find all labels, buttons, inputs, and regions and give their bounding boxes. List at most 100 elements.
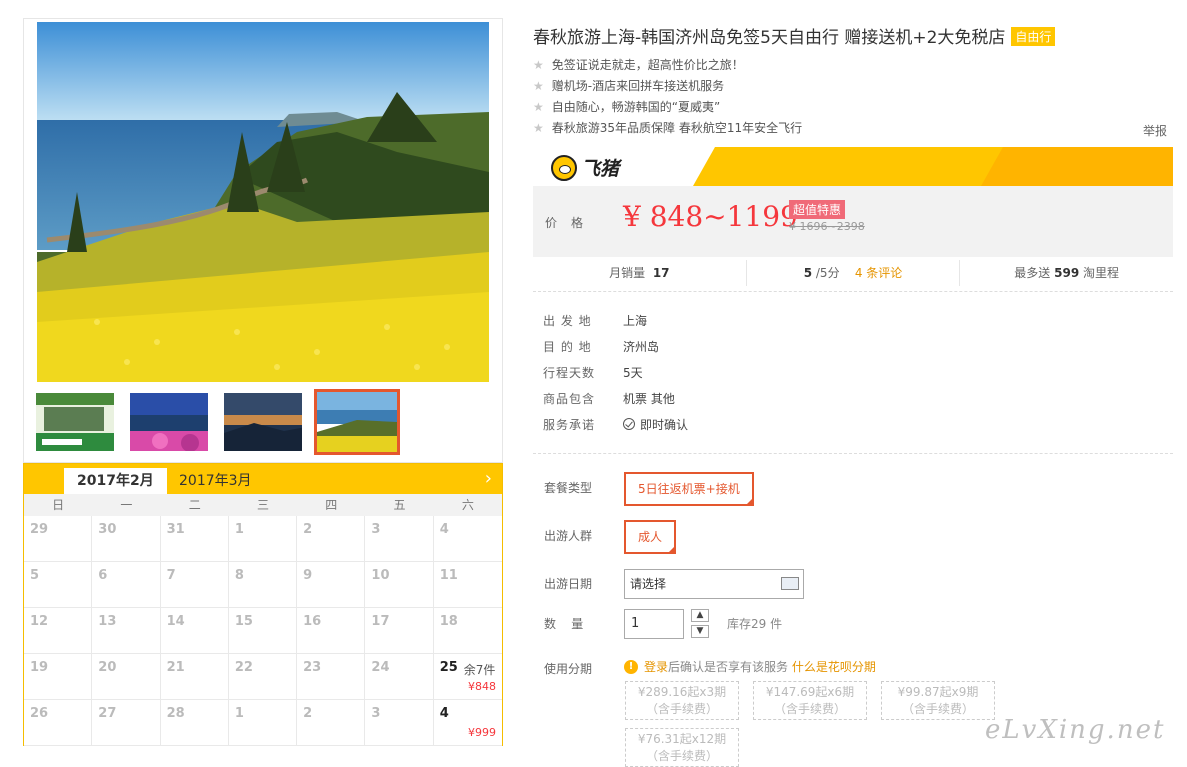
info-row: 服务承诺 即时确认 — [543, 412, 688, 438]
weekday-label: 四 — [325, 498, 338, 512]
calendar-grid: 29 30 31 1 2 3 4 5 6 7 8 9 10 11 12 13 14 15 16 17 18 19 20 21 2… — [24, 516, 502, 746]
monthly-sales: 月销量 17 — [533, 260, 747, 286]
day-number: 26 — [30, 706, 49, 721]
brand-bar: 飞猪 — [533, 147, 1173, 186]
calendar-icon[interactable] — [781, 577, 799, 590]
product-title: 春秋旅游上海-韩国济州岛免签5天自由行 赠接送机+2大免税店 自由行 — [533, 23, 1056, 48]
rating: 5 /5分 4 条评论 — [747, 260, 961, 286]
info-row: 目 的 地 济州岛 — [543, 334, 688, 360]
feature-text: 春秋旅游35年品质保障 春秋航空11年安全飞行 — [551, 121, 803, 135]
info-value: 济州岛 — [623, 340, 660, 354]
installment-amount: ¥289.16起x3期 — [637, 685, 727, 699]
feature-list: ★ 免签证说走就走，超高性价比之旅！ ★ 赠机场-酒店来回拼车接送机服务 ★ 自由随心… — [533, 55, 802, 139]
day-number: 30 — [98, 522, 117, 537]
decrement-button[interactable]: ▼ — [691, 625, 709, 638]
installment-note-text: 后确认是否享有该服务 — [668, 660, 789, 674]
day-price: ¥848 — [467, 680, 496, 693]
tab-month-mar[interactable]: 2017年3月 — [166, 468, 265, 494]
login-link[interactable]: 登录 — [644, 658, 668, 675]
day-number: 9 — [303, 568, 313, 583]
info-key: 目 的 地 — [543, 340, 592, 354]
day-number: 24 — [371, 660, 390, 675]
left-column: 2017年2月 2017年3月 › 日 一 二 三 四 五 六 29 30 31 1 2… — [23, 18, 503, 746]
day-number: 10 — [371, 568, 390, 583]
gallery — [23, 18, 503, 463]
day-number: 22 — [234, 660, 253, 675]
calendar-day: 17 — [365, 608, 434, 654]
points-prefix: 最多送 — [1014, 266, 1051, 280]
installment-option[interactable]: ¥289.16起x3期 （含手续费） — [625, 681, 739, 720]
feature-text: 免签证说走就走，超高性价比之旅！ — [551, 58, 744, 72]
package-option[interactable]: 5日往返机票+接机 — [624, 472, 754, 506]
calendar-day: 14 — [160, 608, 229, 654]
weekday-label: 六 — [461, 498, 474, 512]
calendar-day: 24 — [365, 654, 434, 700]
info-row: 行程天数 5天 — [543, 360, 688, 386]
original-price: ¥ 1696~2398 — [789, 220, 865, 233]
installment-option[interactable]: ¥147.69起x6期 （含手续费） — [753, 681, 867, 720]
calendar-day: 12 — [24, 608, 93, 654]
traveler-label: 出游人群 — [544, 529, 593, 543]
star-icon: ★ — [533, 100, 544, 114]
installment-fee: （含手续费） — [645, 702, 718, 716]
info-key: 商品包含 — [543, 392, 596, 406]
price-value: ¥ 848~1199 — [623, 200, 798, 233]
calendar-day: 1 — [228, 516, 298, 562]
points-suffix: 淘里程 — [1083, 266, 1120, 280]
calendar-day[interactable]: 4 ¥999 — [433, 700, 502, 746]
watermark: eLvXing.net — [985, 715, 1166, 745]
date-label: 出游日期 — [544, 577, 593, 591]
day-number: 25 — [439, 660, 458, 675]
increment-button[interactable]: ▲ — [691, 609, 709, 622]
calendar-day: 5 — [24, 562, 93, 608]
product-tag: 自由行 — [1011, 27, 1056, 46]
monthly-sales-value: 17 — [652, 266, 670, 280]
day-number: 14 — [166, 614, 185, 629]
info-value: 即时确认 — [640, 418, 689, 432]
calendar-day: 3 — [365, 700, 434, 746]
tab-month-feb[interactable]: 2017年2月 — [64, 468, 167, 494]
rating-value: 5 — [803, 266, 813, 280]
installment-amount: ¥147.69起x6期 — [765, 685, 855, 699]
quantity-input[interactable]: 1 — [624, 609, 684, 639]
brand-name: 飞猪 — [581, 158, 620, 180]
reviews-link[interactable]: 4 条评论 — [855, 266, 902, 280]
info-key: 行程天数 — [543, 366, 596, 380]
thumbnail-2[interactable] — [128, 391, 210, 453]
thumbnail-4[interactable] — [314, 389, 400, 455]
weekday-label: 日 — [52, 498, 65, 512]
traveler-option[interactable]: 成人 — [624, 520, 677, 554]
monthly-sales-label: 月销量 — [609, 266, 646, 280]
date-select[interactable]: 请选择 — [624, 569, 804, 599]
day-number: 16 — [303, 614, 322, 629]
day-number: 1 — [234, 522, 244, 537]
installment-fee: （含手续费） — [901, 702, 974, 716]
huabei-link[interactable]: 什么是花呗分期 — [792, 658, 876, 675]
feature-text: 自由随心，畅游韩国的“夏威夷” — [551, 100, 721, 114]
day-number: 17 — [371, 614, 390, 629]
info-value: 上海 — [623, 314, 648, 328]
info-key: 出 发 地 — [543, 314, 592, 328]
day-stock: 余7件 — [463, 663, 496, 677]
installment-option[interactable]: ¥76.31起x12期 （含手续费） — [625, 728, 739, 767]
price-box: 飞猪 价格 ¥ 848~1199 超值特惠 ¥ 1696~2398 — [533, 147, 1173, 257]
price-row: 价格 ¥ 848~1199 超值特惠 ¥ 1696~2398 — [533, 186, 1173, 257]
installment-option[interactable]: ¥99.87起x9期 （含手续费） — [881, 681, 995, 720]
report-link[interactable]: 举报 — [1143, 122, 1167, 139]
calendar-day[interactable]: 25 余7件 ¥848 — [433, 654, 502, 700]
calendar-day: 19 — [24, 654, 93, 700]
installment-label: 使用分期 — [544, 662, 593, 676]
installment-fee: （含手续费） — [773, 702, 846, 716]
product-title-text: 春秋旅游上海-韩国济州岛免签5天自由行 赠接送机+2大免税店 — [533, 28, 1006, 48]
calendar-day: 7 — [160, 562, 229, 608]
star-icon: ★ — [533, 121, 544, 135]
thumbnail-3[interactable] — [222, 391, 304, 453]
calendar-day: 21 — [160, 654, 229, 700]
chevron-right-icon[interactable]: › — [485, 468, 492, 489]
day-number: 20 — [98, 660, 117, 675]
thumbnail-1[interactable] — [34, 391, 116, 453]
day-number: 2 — [303, 706, 313, 721]
pig-icon — [551, 154, 577, 181]
calendar-day: 18 — [433, 608, 502, 654]
star-icon: ★ — [533, 58, 544, 72]
